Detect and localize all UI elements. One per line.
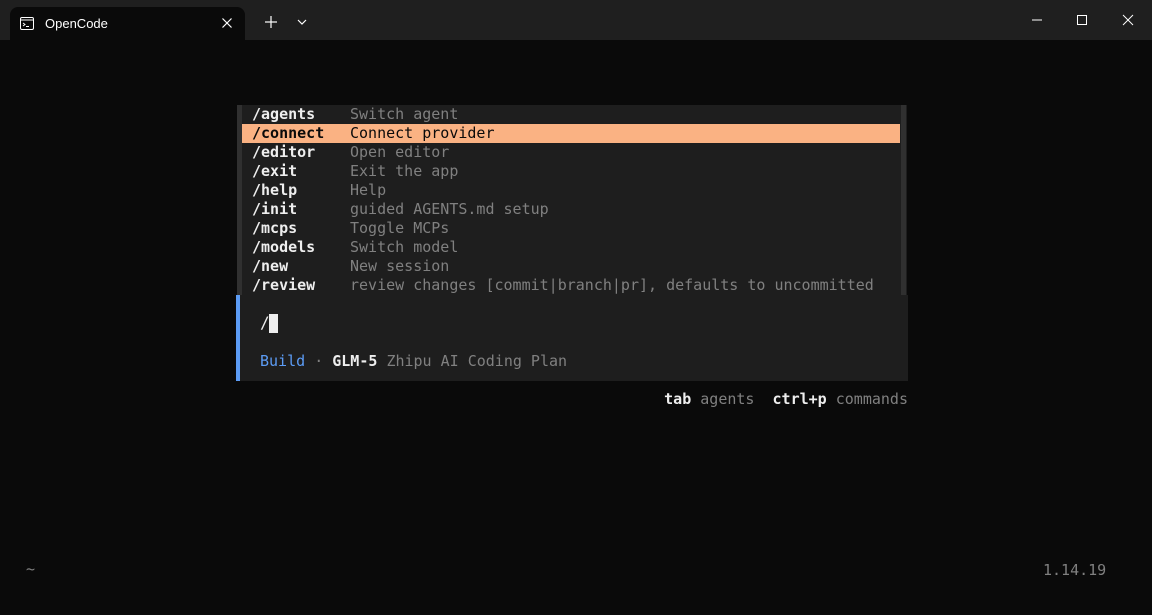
hint-key-tab: tab: [664, 390, 692, 408]
command-item-agents[interactable]: /agents Switch agent: [242, 105, 900, 124]
command-name: /agents: [252, 105, 316, 123]
command-name: /editor: [252, 143, 316, 161]
command-item-review[interactable]: /review review changes [commit|branch|pr…: [242, 276, 900, 295]
command-name: /exit: [252, 162, 298, 180]
command-menu-scrollbar[interactable]: [901, 105, 906, 295]
command-desc: New session: [350, 257, 450, 275]
model-name[interactable]: GLM-5: [332, 352, 377, 370]
maximize-icon[interactable]: [1072, 10, 1092, 30]
command-item-editor[interactable]: /editor Open editor: [242, 143, 900, 162]
command-name: /connect: [252, 124, 325, 142]
app-version: 1.14.19: [1043, 561, 1107, 579]
command-item-models[interactable]: /models Switch model: [242, 238, 900, 257]
command-item-init[interactable]: /init guided AGENTS.md setup: [242, 200, 900, 219]
hint-label-agents: agents: [700, 390, 755, 408]
command-name: /new: [252, 257, 289, 275]
command-item-new[interactable]: /new New session: [242, 257, 900, 276]
title-bar: OpenCode: [0, 0, 1152, 40]
minimize-icon[interactable]: [1027, 10, 1047, 30]
command-desc: Switch model: [350, 238, 459, 256]
command-desc: Switch agent: [350, 105, 459, 123]
command-desc: Toggle MCPs: [350, 219, 450, 237]
command-name: /init: [252, 200, 298, 218]
status-separator: ·: [314, 352, 324, 370]
prompt-accent-bar: [236, 295, 240, 381]
close-tab-icon[interactable]: [220, 16, 234, 30]
command-name: /models: [252, 238, 316, 256]
hint-label-commands: commands: [835, 390, 908, 408]
command-desc: Exit the app: [350, 162, 459, 180]
terminal-tab[interactable]: OpenCode: [10, 7, 245, 40]
command-desc: Open editor: [350, 143, 450, 161]
command-desc: Connect provider: [350, 124, 495, 142]
keyboard-hints: tab agents ctrl+p commands: [664, 390, 908, 408]
agent-mode[interactable]: Build: [260, 352, 305, 370]
command-desc: Help: [350, 181, 387, 199]
terminal-icon: [20, 17, 34, 30]
command-item-help[interactable]: /help Help: [242, 181, 900, 200]
command-desc: review changes [commit|branch|pr], defau…: [350, 276, 874, 294]
command-name: /review: [252, 276, 316, 294]
command-item-exit[interactable]: /exit Exit the app: [242, 162, 900, 181]
chevron-down-icon[interactable]: [292, 12, 312, 32]
command-name: /mcps: [252, 219, 298, 237]
command-name: /help: [252, 181, 298, 199]
command-item-connect[interactable]: /connect Connect provider: [242, 124, 900, 143]
tab-title: OpenCode: [45, 16, 108, 31]
close-window-icon[interactable]: [1118, 10, 1138, 30]
provider-name: Zhipu AI Coding Plan: [386, 352, 568, 370]
command-item-mcps[interactable]: /mcps Toggle MCPs: [242, 219, 900, 238]
command-desc: guided AGENTS.md setup: [350, 200, 549, 218]
hint-key-ctrl-p: ctrl+p: [772, 390, 827, 408]
new-tab-icon[interactable]: [261, 12, 281, 32]
working-directory: ~: [26, 560, 36, 578]
text-cursor: [269, 314, 278, 333]
model-status: Build · GLM-5 Zhipu AI Coding Plan: [260, 352, 567, 370]
